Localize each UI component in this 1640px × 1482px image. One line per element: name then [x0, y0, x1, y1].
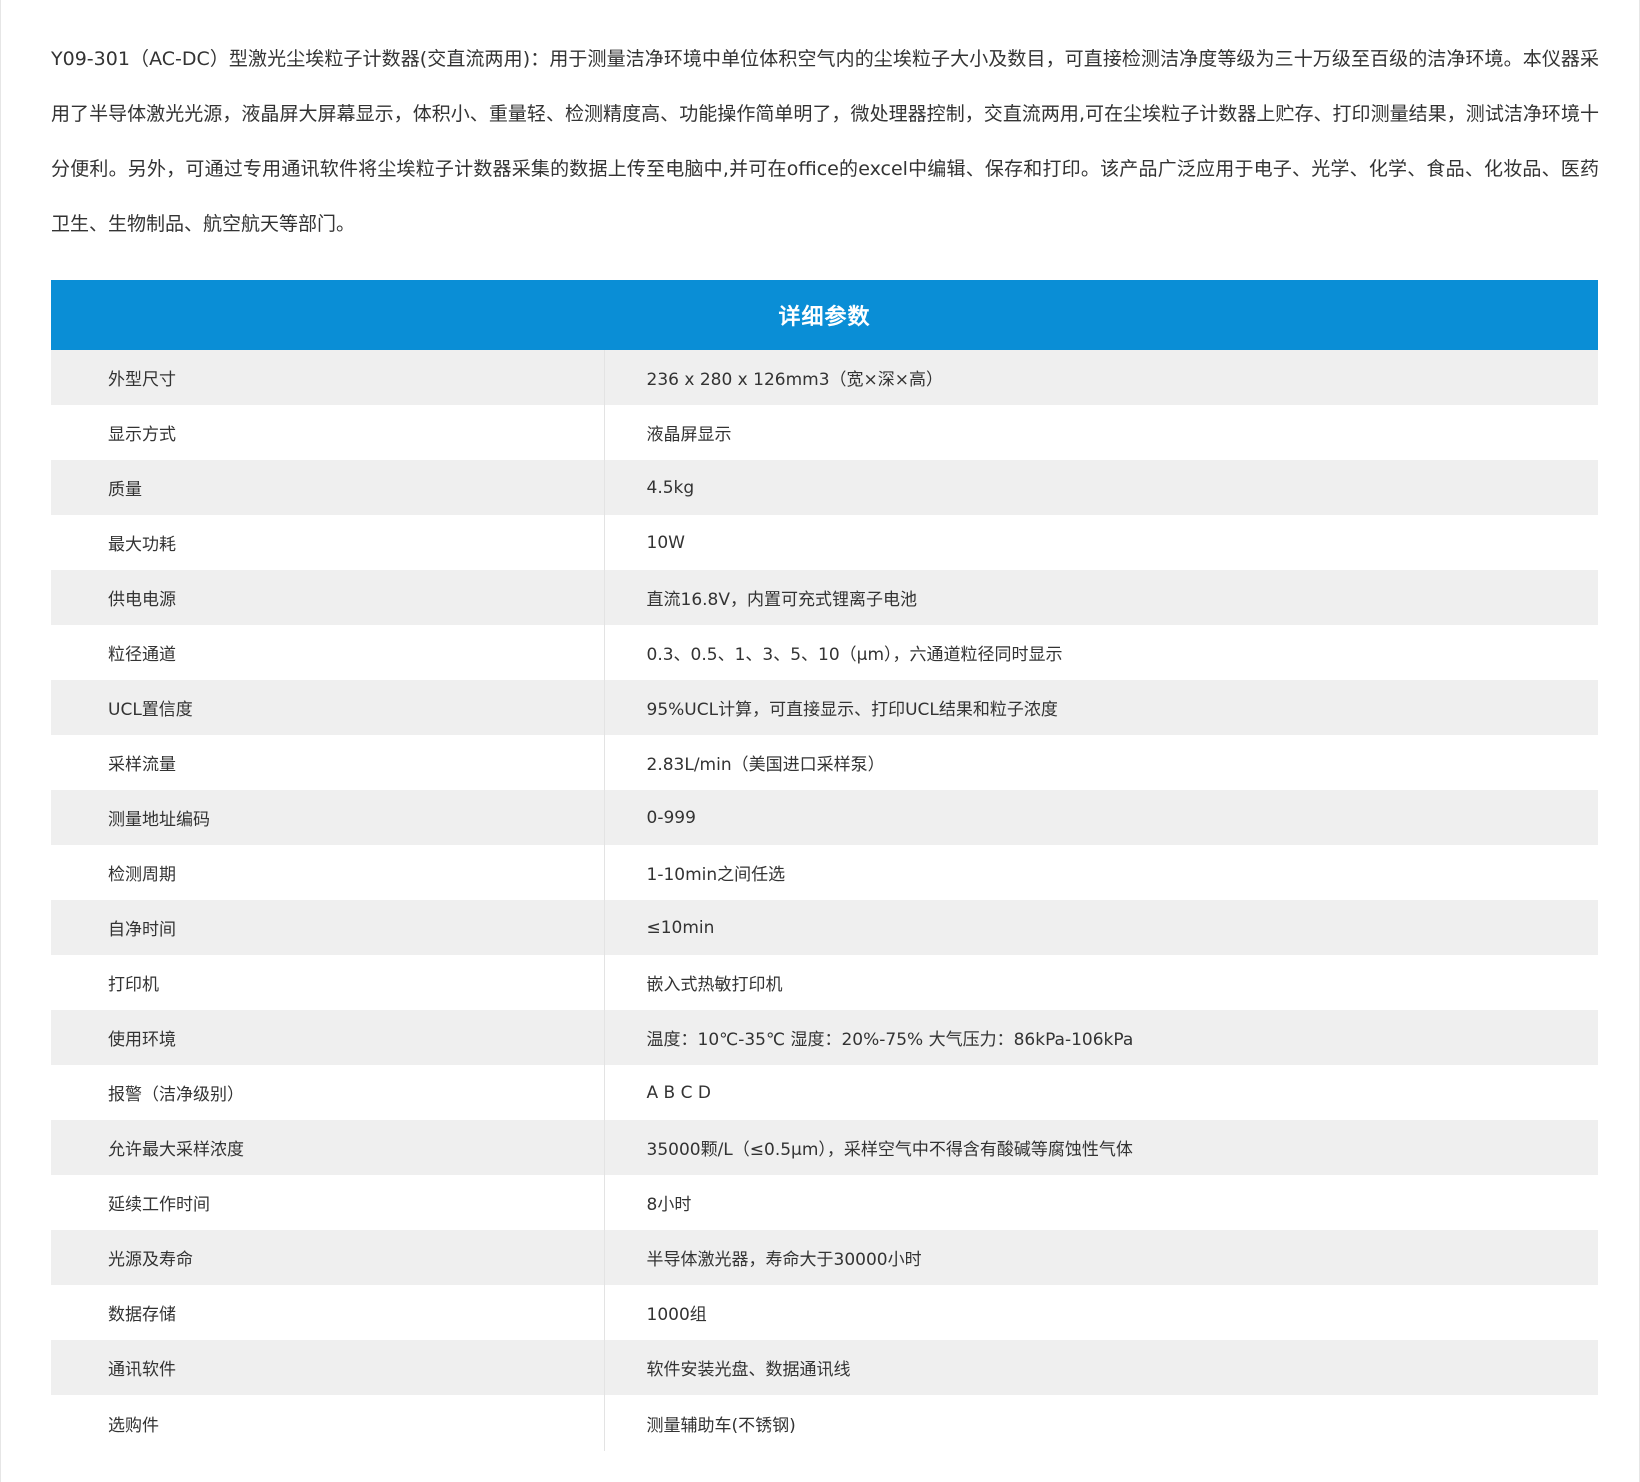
spec-label: 自净时间 — [51, 900, 605, 955]
product-intro-paragraph: Y09-301（AC-DC）型激光尘埃粒子计数器(交直流两用)：用于测量洁净环境… — [51, 48, 1599, 235]
spec-label: 测量地址编码 — [51, 790, 605, 845]
spec-row: 最大功耗 10W — [51, 515, 1599, 570]
spec-row: 选购件 测量辅助车(不锈钢) — [51, 1395, 1599, 1451]
spec-row: 光源及寿命 半导体激光器，寿命大于30000小时 — [51, 1230, 1599, 1285]
spec-value: 液晶屏显示 — [604, 405, 1599, 460]
spec-row: 允许最大采样浓度 35000颗/L（≤0.5μm），采样空气中不得含有酸碱等腐蚀… — [51, 1120, 1599, 1175]
spec-row: 显示方式 液晶屏显示 — [51, 405, 1599, 460]
spec-label: 允许最大采样浓度 — [51, 1120, 605, 1175]
spec-value: 嵌入式热敏打印机 — [604, 955, 1599, 1010]
spec-value: 8小时 — [604, 1175, 1599, 1230]
spec-value: 236 x 280 x 126mm3（宽×深×高） — [604, 350, 1599, 405]
spec-row: 打印机 嵌入式热敏打印机 — [51, 955, 1599, 1010]
spec-label: 延续工作时间 — [51, 1175, 605, 1230]
spec-label: 通讯软件 — [51, 1340, 605, 1395]
spec-row: 检测周期 1-10min之间任选 — [51, 845, 1599, 900]
spec-label: 打印机 — [51, 955, 605, 1010]
product-description-page: Y09-301（AC-DC）型激光尘埃粒子计数器(交直流两用)：用于测量洁净环境… — [0, 0, 1640, 1482]
spec-row: 测量地址编码 0-999 — [51, 790, 1599, 845]
spec-table-body: 外型尺寸 236 x 280 x 126mm3（宽×深×高） 显示方式 液晶屏显… — [51, 350, 1599, 1451]
spec-label: UCL置信度 — [51, 680, 605, 735]
spec-value: 软件安装光盘、数据通讯线 — [604, 1340, 1599, 1395]
spec-label: 数据存储 — [51, 1285, 605, 1340]
spec-row: 使用环境 温度：10℃-35℃ 湿度：20%-75% 大气压力：86kPa-10… — [51, 1010, 1599, 1065]
spec-value: 10W — [604, 515, 1599, 570]
spec-label: 光源及寿命 — [51, 1230, 605, 1285]
spec-label: 显示方式 — [51, 405, 605, 460]
spec-row: 粒径通道 0.3、0.5、1、3、5、10（μm），六通道粒径同时显示 — [51, 625, 1599, 680]
spec-row: 采样流量 2.83L/min（美国进口采样泵） — [51, 735, 1599, 790]
spec-value: 95%UCL计算，可直接显示、打印UCL结果和粒子浓度 — [604, 680, 1599, 735]
spec-value: 直流16.8V，内置可充式锂离子电池 — [604, 570, 1599, 625]
spec-label: 供电电源 — [51, 570, 605, 625]
spec-table: 详细参数 外型尺寸 236 x 280 x 126mm3（宽×深×高） 显示方式… — [51, 280, 1599, 1451]
spec-table-title: 详细参数 — [51, 280, 1599, 350]
spec-value: 半导体激光器，寿命大于30000小时 — [604, 1230, 1599, 1285]
spec-row: 延续工作时间 8小时 — [51, 1175, 1599, 1230]
spec-value: 1000组 — [604, 1285, 1599, 1340]
spec-label: 检测周期 — [51, 845, 605, 900]
spec-label: 粒径通道 — [51, 625, 605, 680]
spec-row: 报警（洁净级别） A B C D — [51, 1065, 1599, 1120]
spec-row: 供电电源 直流16.8V，内置可充式锂离子电池 — [51, 570, 1599, 625]
spec-table-header-row: 详细参数 — [51, 280, 1599, 350]
spec-row: 通讯软件 软件安装光盘、数据通讯线 — [51, 1340, 1599, 1395]
spec-value: 测量辅助车(不锈钢) — [604, 1395, 1599, 1451]
spec-row: 质量 4.5kg — [51, 460, 1599, 515]
spec-row: 数据存储 1000组 — [51, 1285, 1599, 1340]
spec-row: UCL置信度 95%UCL计算，可直接显示、打印UCL结果和粒子浓度 — [51, 680, 1599, 735]
spec-value: 0.3、0.5、1、3、5、10（μm），六通道粒径同时显示 — [604, 625, 1599, 680]
spec-label: 外型尺寸 — [51, 350, 605, 405]
spec-value: 温度：10℃-35℃ 湿度：20%-75% 大气压力：86kPa-106kPa — [604, 1010, 1599, 1065]
spec-row: 外型尺寸 236 x 280 x 126mm3（宽×深×高） — [51, 350, 1599, 405]
spec-value: 0-999 — [604, 790, 1599, 845]
spec-value: 1-10min之间任选 — [604, 845, 1599, 900]
spec-label: 报警（洁净级别） — [51, 1065, 605, 1120]
spec-label: 采样流量 — [51, 735, 605, 790]
spec-label: 最大功耗 — [51, 515, 605, 570]
spec-label: 选购件 — [51, 1395, 605, 1451]
spec-value: ≤10min — [604, 900, 1599, 955]
spec-value: A B C D — [604, 1065, 1599, 1120]
spec-label: 质量 — [51, 460, 605, 515]
spec-value: 4.5kg — [604, 460, 1599, 515]
spec-row: 自净时间 ≤10min — [51, 900, 1599, 955]
spec-value: 2.83L/min（美国进口采样泵） — [604, 735, 1599, 790]
spec-value: 35000颗/L（≤0.5μm），采样空气中不得含有酸碱等腐蚀性气体 — [604, 1120, 1599, 1175]
spec-label: 使用环境 — [51, 1010, 605, 1065]
